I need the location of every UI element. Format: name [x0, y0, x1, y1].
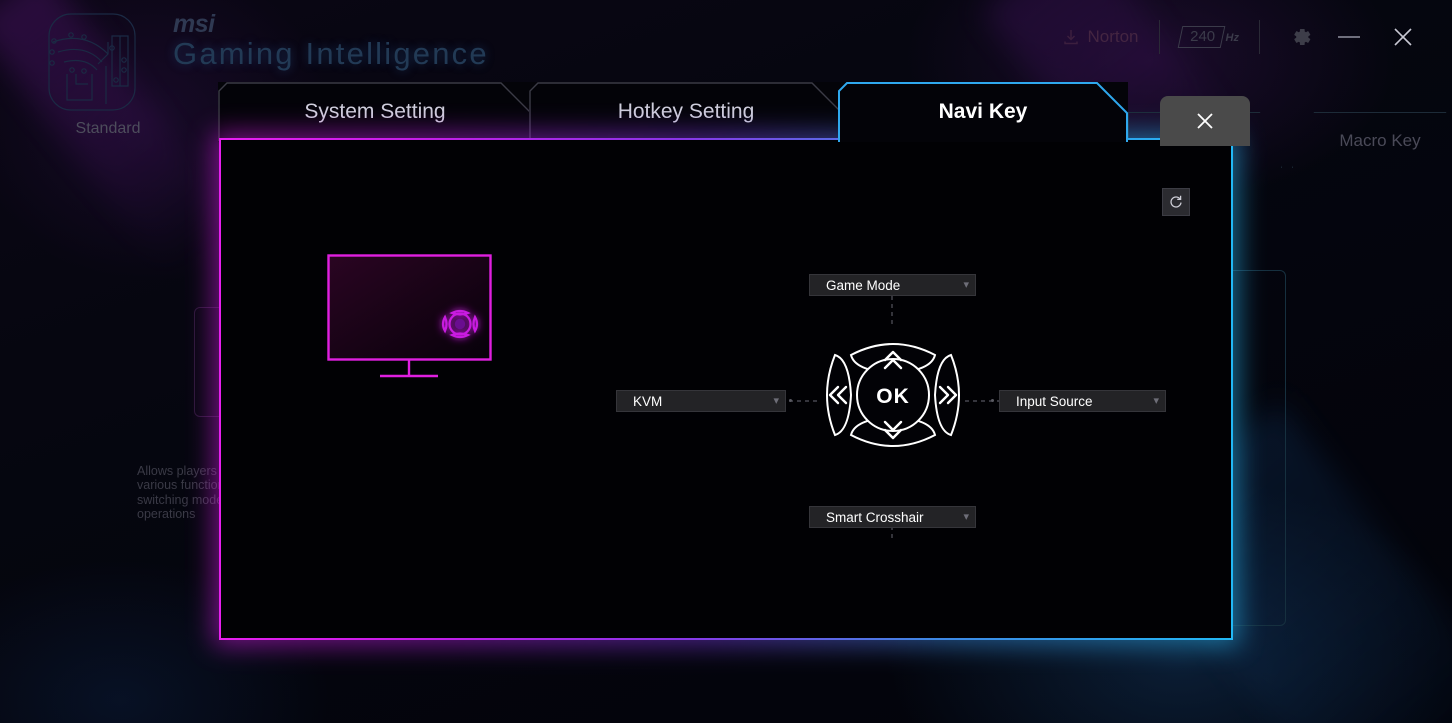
- navi-assign-up-value: Game Mode: [826, 277, 901, 293]
- gi-circuit-logo-icon: [36, 8, 148, 120]
- close-window-button[interactable]: [1376, 16, 1430, 58]
- download-icon: [1064, 30, 1079, 45]
- dpad-icon: OK: [826, 343, 960, 447]
- monitor-icon: [327, 254, 492, 378]
- close-icon: [1197, 113, 1213, 129]
- navi-dpad: OK: [813, 315, 973, 480]
- minimize-button[interactable]: [1322, 16, 1376, 58]
- brand-title: Gaming Intelligence: [173, 36, 489, 71]
- titlebar-controls: Norton 240 Hz: [1062, 0, 1430, 74]
- chevron-down-icon: ▾: [963, 510, 969, 523]
- title-bar: msi Gaming Intelligence Norton 240 Hz: [0, 0, 1452, 111]
- navi-assign-down-value: Smart Crosshair: [826, 509, 924, 525]
- tab-navi-key[interactable]: Navi Key: [838, 82, 1128, 142]
- navi-assign-down[interactable]: Smart Crosshair ▾: [809, 506, 976, 528]
- navi-assign-left-value: KVM: [633, 393, 663, 409]
- bg-tab-macro-key[interactable]: Macro Key: [1292, 112, 1452, 168]
- connector-dot-right: [991, 399, 994, 402]
- brand-msi: msi: [173, 10, 215, 38]
- tab-system-setting-label: System Setting: [304, 100, 446, 123]
- tab-hotkey-setting-label: Hotkey Setting: [617, 100, 755, 123]
- gear-icon: [1294, 28, 1311, 46]
- navi-assign-right[interactable]: Input Source ▾: [999, 390, 1166, 412]
- navi-assign-left[interactable]: KVM ▾: [616, 390, 786, 412]
- settings-button[interactable]: [1280, 16, 1322, 58]
- chevron-down-icon: ▾: [963, 278, 969, 291]
- chevron-down-icon: ▾: [1153, 394, 1159, 407]
- divider-2: [1259, 20, 1260, 54]
- tab-navi-key-label: Navi Key: [938, 100, 1028, 123]
- norton-label: Norton: [1087, 27, 1139, 46]
- dpad-ok-label: OK: [876, 385, 910, 408]
- navi-assign-up[interactable]: Game Mode ▾: [809, 274, 976, 296]
- chevron-down-icon: ▾: [773, 394, 779, 407]
- connector-dot-left: [789, 399, 792, 402]
- navi-assign-right-value: Input Source: [1016, 393, 1093, 409]
- reset-icon: [1170, 195, 1182, 208]
- profile-standard-label: Standard: [75, 120, 141, 137]
- brand-block: msi Gaming Intelligence: [173, 10, 489, 72]
- app-root: msi Gaming Intelligence Norton 240 Hz St…: [0, 0, 1452, 723]
- bg-tab-macro-key-label: Macro Key: [1339, 130, 1421, 150]
- minimize-icon: [1338, 36, 1360, 38]
- refresh-rate-unit: Hz: [1225, 32, 1239, 44]
- reset-button[interactable]: [1162, 188, 1190, 216]
- dialog-close-button[interactable]: [1160, 96, 1250, 146]
- divider-1: [1158, 20, 1160, 54]
- close-icon: [1394, 28, 1412, 46]
- refresh-rate-badge: 240 Hz: [1177, 26, 1239, 48]
- refresh-rate-value: 240: [1189, 28, 1215, 45]
- monitor-preview: [327, 254, 497, 389]
- norton-item[interactable]: Norton: [1062, 27, 1139, 47]
